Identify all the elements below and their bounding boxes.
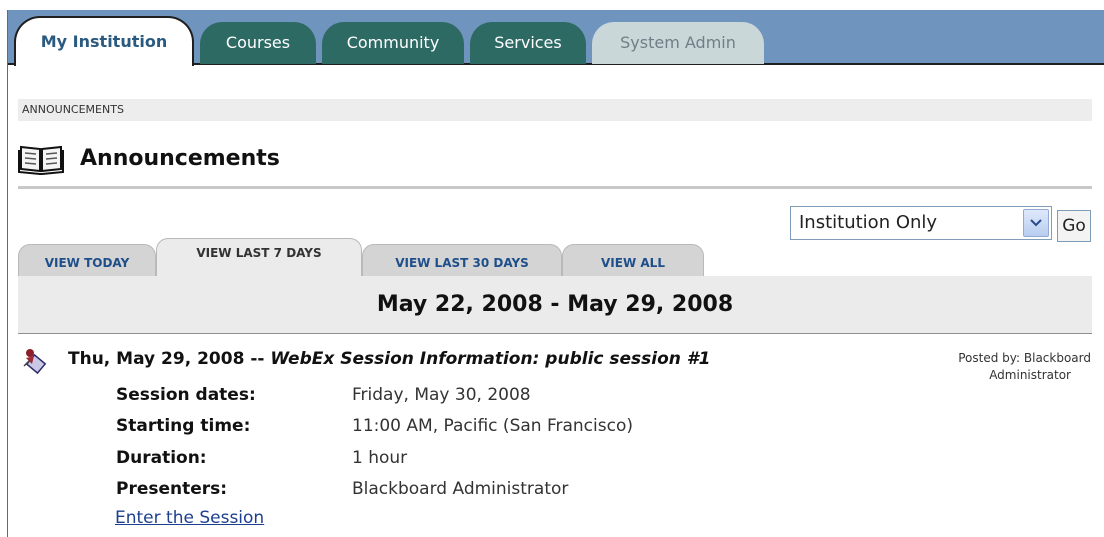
tab-courses[interactable]: Courses — [200, 22, 316, 64]
detail-value: Friday, May 30, 2008 — [352, 385, 531, 405]
tab-community[interactable]: Community — [322, 22, 464, 64]
announcement-subject: WebEx Session Information: public sessio… — [270, 349, 711, 369]
filter-selected-value: Institution Only — [799, 212, 938, 233]
detail-label: Duration: — [116, 448, 207, 468]
breadcrumb: ANNOUNCEMENTS — [18, 99, 1092, 121]
announcement-icon — [23, 349, 47, 375]
frame-border — [7, 10, 8, 537]
go-button[interactable]: Go — [1057, 210, 1091, 242]
page-title: Announcements — [80, 145, 280, 171]
announcement-date: Thu, May 29, 2008 — [68, 349, 245, 369]
detail-label: Starting time: — [116, 416, 251, 436]
posted-by: Posted by: Blackboard Administrator — [921, 350, 1091, 384]
announcement-title: Thu, May 29, 2008 -- WebEx Session Infor… — [68, 349, 710, 369]
tab-view-today[interactable]: VIEW TODAY — [18, 244, 156, 276]
detail-value: Blackboard Administrator — [352, 479, 569, 499]
page-header: Announcements — [18, 140, 280, 176]
detail-value: 1 hour — [352, 448, 408, 468]
announcement-separator: -- — [250, 349, 265, 369]
posted-by-last: Administrator — [989, 368, 1071, 382]
announcement-filter-select[interactable]: Institution Only — [790, 206, 1052, 240]
tab-view-last-30-days[interactable]: VIEW LAST 30 DAYS — [362, 244, 562, 276]
date-range-header: May 22, 2008 - May 29, 2008 — [18, 276, 1092, 334]
detail-label: Presenters: — [116, 479, 228, 499]
tab-system-admin[interactable]: System Admin — [592, 22, 764, 64]
tab-services[interactable]: Services — [470, 22, 586, 64]
detail-label: Session dates: — [116, 385, 256, 405]
title-divider — [18, 186, 1092, 189]
book-icon — [18, 145, 64, 175]
posted-by-label: Posted by: — [958, 351, 1021, 365]
chevron-down-icon[interactable] — [1023, 209, 1049, 237]
detail-value: 11:00 AM, Pacific (San Francisco) — [352, 416, 633, 436]
tab-view-last-7-days[interactable]: VIEW LAST 7 DAYS — [156, 238, 362, 276]
tab-view-all[interactable]: VIEW ALL — [562, 244, 704, 276]
enter-session-link[interactable]: Enter the Session — [115, 508, 264, 528]
tab-my-institution[interactable]: My Institution — [14, 16, 194, 66]
posted-by-first: Blackboard — [1023, 351, 1091, 365]
